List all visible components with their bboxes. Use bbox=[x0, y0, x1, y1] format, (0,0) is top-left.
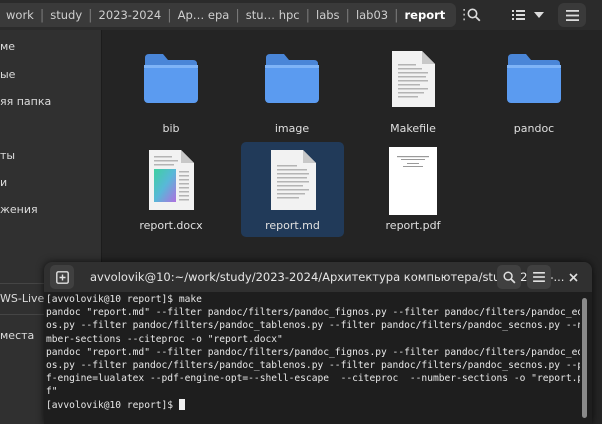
terminal-menu-button[interactable] bbox=[527, 265, 551, 289]
terminal-prompt-line[interactable]: [avvolovik@10 report]$ bbox=[46, 398, 580, 412]
chevron-down-icon bbox=[534, 12, 544, 18]
terminal-line: os.py --filter pandoc/filters/pandoc_tab… bbox=[46, 320, 580, 332]
view-options-dropdown[interactable] bbox=[530, 3, 548, 27]
new-tab-icon bbox=[55, 270, 69, 284]
terminal-header: avvolovik@10:~/work/study/2023-2024/Архи… bbox=[44, 262, 592, 292]
terminal-line: f" bbox=[46, 386, 58, 398]
search-icon bbox=[502, 270, 515, 283]
path-bar[interactable]: work | study | 2023-2024 | Ар… ера | stu… bbox=[0, 3, 471, 27]
file-name: report.pdf bbox=[385, 219, 441, 232]
sidebar-item-downloads[interactable]: и bbox=[0, 176, 7, 189]
terminal-line: os.py --filter pandoc/filters/pandoc_tab… bbox=[46, 360, 580, 372]
document-file-icon bbox=[149, 150, 194, 210]
text-file-icon bbox=[392, 51, 435, 107]
terminal-line: mber-sections --citeproc -o "report.docx… bbox=[46, 333, 283, 345]
terminal-line: f-engine=lualatex --pdf-engine-opt=--she… bbox=[46, 373, 580, 385]
menu-icon bbox=[565, 9, 579, 21]
file-name: bib bbox=[162, 122, 180, 135]
terminal-line: pandoc "report.md" --filter pandoc/filte… bbox=[46, 307, 580, 319]
crumb-work[interactable]: work bbox=[0, 8, 40, 22]
file-item-image[interactable]: image bbox=[242, 46, 342, 136]
terminal-prompt: [avvolovik@10 report]$ bbox=[46, 399, 179, 411]
folder-icon bbox=[507, 54, 561, 103]
terminal-search-button[interactable] bbox=[497, 265, 521, 289]
file-name: pandoc bbox=[513, 122, 555, 135]
terminal-line: [avvolovik@10 report]$ make bbox=[46, 294, 202, 305]
main-menu-button[interactable] bbox=[558, 3, 586, 27]
terminal-cursor bbox=[178, 398, 185, 410]
terminal-close-button[interactable] bbox=[561, 265, 585, 289]
file-item-bib[interactable]: bib bbox=[121, 46, 221, 136]
crumb-lab03[interactable]: lab03 bbox=[350, 8, 394, 22]
sidebar-item-new-folder[interactable]: яя папка bbox=[0, 95, 51, 108]
search-icon bbox=[467, 8, 481, 22]
sidebar-item-home[interactable]: ме bbox=[0, 40, 15, 53]
file-name: report.md bbox=[265, 219, 320, 232]
file-name: image bbox=[274, 122, 310, 135]
crumb-study[interactable]: study bbox=[44, 8, 88, 22]
view-toggle-button[interactable] bbox=[508, 3, 528, 27]
sidebar-item-pictures[interactable]: жения bbox=[0, 203, 38, 216]
sidebar-item-recent[interactable]: ые bbox=[0, 68, 15, 81]
terminal-title: avvolovik@10:~/work/study/2023-2024/Архи… bbox=[90, 270, 565, 284]
sidebar-item-documents[interactable]: ты bbox=[0, 149, 15, 162]
file-name: Makefile bbox=[390, 122, 436, 135]
file-item-makefile[interactable]: Makefile bbox=[363, 46, 463, 136]
file-item-report-md[interactable]: report.md bbox=[241, 142, 344, 237]
folder-icon bbox=[265, 54, 319, 103]
crumb-arch[interactable]: Ар… ера bbox=[172, 8, 236, 22]
file-item-report-pdf[interactable]: report.pdf bbox=[363, 144, 463, 236]
folder-icon bbox=[144, 54, 198, 103]
file-item-report-docx[interactable]: report.docx bbox=[121, 144, 221, 236]
crumb-year[interactable]: 2023-2024 bbox=[93, 8, 168, 22]
terminal-output[interactable]: [avvolovik@10 report]$ make pandoc "repor… bbox=[46, 293, 580, 424]
terminal-window[interactable]: avvolovik@10:~/work/study/2023-2024/Архи… bbox=[44, 262, 592, 424]
search-button[interactable] bbox=[460, 3, 488, 27]
close-icon bbox=[568, 272, 578, 282]
sidebar-item-other-locations[interactable]: места bbox=[0, 329, 34, 342]
terminal-scrollbar[interactable] bbox=[582, 298, 587, 418]
file-item-pandoc[interactable]: pandoc bbox=[484, 46, 584, 136]
new-tab-button[interactable] bbox=[50, 265, 74, 289]
crumb-labs[interactable]: labs bbox=[310, 8, 346, 22]
file-manager-header: work | study | 2023-2024 | Ар… ера | stu… bbox=[0, 0, 602, 30]
crumb-study-hpc[interactable]: stu… hpc bbox=[240, 8, 306, 22]
pdf-thumbnail-icon bbox=[389, 147, 437, 215]
menu-icon bbox=[533, 272, 545, 282]
text-file-icon bbox=[271, 150, 316, 210]
crumb-report[interactable]: report bbox=[399, 8, 452, 22]
view-list-icon bbox=[511, 10, 525, 20]
terminal-line: pandoc "report.md" --filter pandoc/filte… bbox=[46, 346, 580, 358]
file-name: report.docx bbox=[139, 219, 203, 232]
